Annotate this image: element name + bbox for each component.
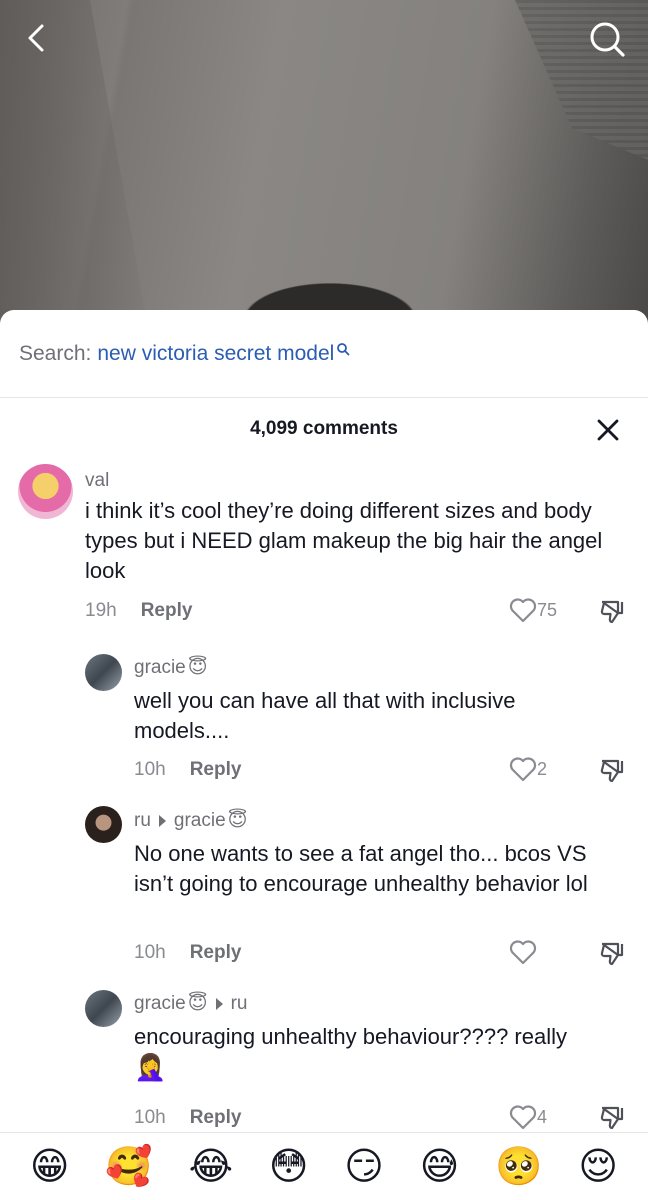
reply-button[interactable]: Reply	[190, 1107, 242, 1129]
back-button[interactable]	[18, 18, 58, 58]
reply-button[interactable]: Reply	[141, 600, 193, 622]
like-button[interactable]: 2	[509, 756, 547, 782]
comment-text: encouraging unhealthy behaviour???? real…	[134, 1024, 567, 1082]
emoji-joy[interactable]: 😂	[189, 1148, 233, 1186]
avatar[interactable]	[85, 654, 122, 691]
comment-username[interactable]: val	[85, 470, 109, 492]
comment-count: 4,099 comments	[250, 418, 398, 439]
comment-meta: 19h Reply	[85, 600, 192, 622]
search-button[interactable]	[586, 18, 628, 60]
reply-to-username[interactable]: gracie	[174, 810, 226, 832]
comments-header: 4,099 comments	[0, 398, 648, 460]
search-suggestion[interactable]: Search: new victoria secret model	[0, 310, 648, 398]
heart-outline-icon	[509, 757, 537, 782]
thumbs-down-icon[interactable]	[598, 757, 626, 785]
like-button[interactable]: 75	[509, 597, 557, 623]
comment-time: 19h	[85, 600, 117, 621]
comment-text: well you can have all that with inclusiv…	[134, 688, 516, 743]
reply-arrow-icon	[215, 997, 223, 1010]
emoji-flushed[interactable]: 😳	[269, 1148, 309, 1186]
close-icon[interactable]	[596, 418, 620, 442]
video-background	[0, 0, 648, 340]
avatar[interactable]	[85, 806, 122, 843]
like-button[interactable]: 4	[509, 1104, 547, 1130]
reply-arrow-icon	[158, 814, 166, 827]
comment-meta: 10h Reply	[134, 1107, 241, 1129]
emoji-smirk[interactable]: 😏	[344, 1148, 384, 1186]
thumbs-down-icon[interactable]	[598, 940, 626, 968]
search-term-link[interactable]: new victoria secret model	[97, 342, 334, 366]
facepalm-emoji: 🤦‍♀️	[134, 1052, 167, 1082]
comment-time: 10h	[134, 1107, 166, 1128]
thumbs-down-icon[interactable]	[598, 1104, 626, 1132]
emoji-quick-bar: 😁 🥰 😂 😳 😏 😅 🥺 😌	[0, 1132, 648, 1200]
chevron-left-icon	[28, 24, 44, 52]
heart-outline-icon	[509, 940, 537, 965]
emoji-grin[interactable]: 😁	[30, 1148, 70, 1186]
emoji-pleading[interactable]: 🥺	[495, 1148, 542, 1186]
like-button[interactable]	[509, 939, 537, 965]
comment-text: No one wants to see a fat angel tho... b…	[134, 841, 588, 896]
like-count: 4	[537, 1106, 548, 1127]
reply-button[interactable]: Reply	[190, 942, 242, 964]
reply-button[interactable]: Reply	[190, 759, 242, 781]
comment-time: 10h	[134, 942, 166, 963]
emoji-sweat-smile[interactable]: 😅	[420, 1148, 460, 1186]
comment-meta: 10h Reply	[134, 942, 241, 964]
search-icon	[590, 22, 625, 57]
comment-username[interactable]: gracie 😇	[134, 656, 208, 679]
thumbs-down-icon[interactable]	[598, 598, 626, 626]
reply-to-username[interactable]: ru	[231, 993, 248, 1015]
comment-time: 10h	[134, 759, 166, 780]
emoji-smiling-hearts[interactable]: 🥰	[105, 1148, 152, 1186]
like-count: 2	[537, 758, 548, 779]
comment-username[interactable]: ru gracie 😇	[134, 809, 247, 832]
heart-outline-icon	[509, 1105, 537, 1130]
comment-meta: 10h Reply	[134, 759, 241, 781]
small-search-icon	[337, 342, 350, 355]
like-count: 75	[537, 599, 558, 620]
comment-text: i think it’s cool they’re doing differen…	[85, 498, 603, 583]
emoji-relieved[interactable]: 😌	[578, 1148, 618, 1186]
avatar[interactable]	[85, 990, 122, 1027]
avatar[interactable]	[18, 464, 73, 519]
comment-username[interactable]: gracie 😇 ru	[134, 992, 247, 1015]
heart-outline-icon	[509, 598, 537, 623]
search-prefix: Search:	[19, 341, 92, 365]
